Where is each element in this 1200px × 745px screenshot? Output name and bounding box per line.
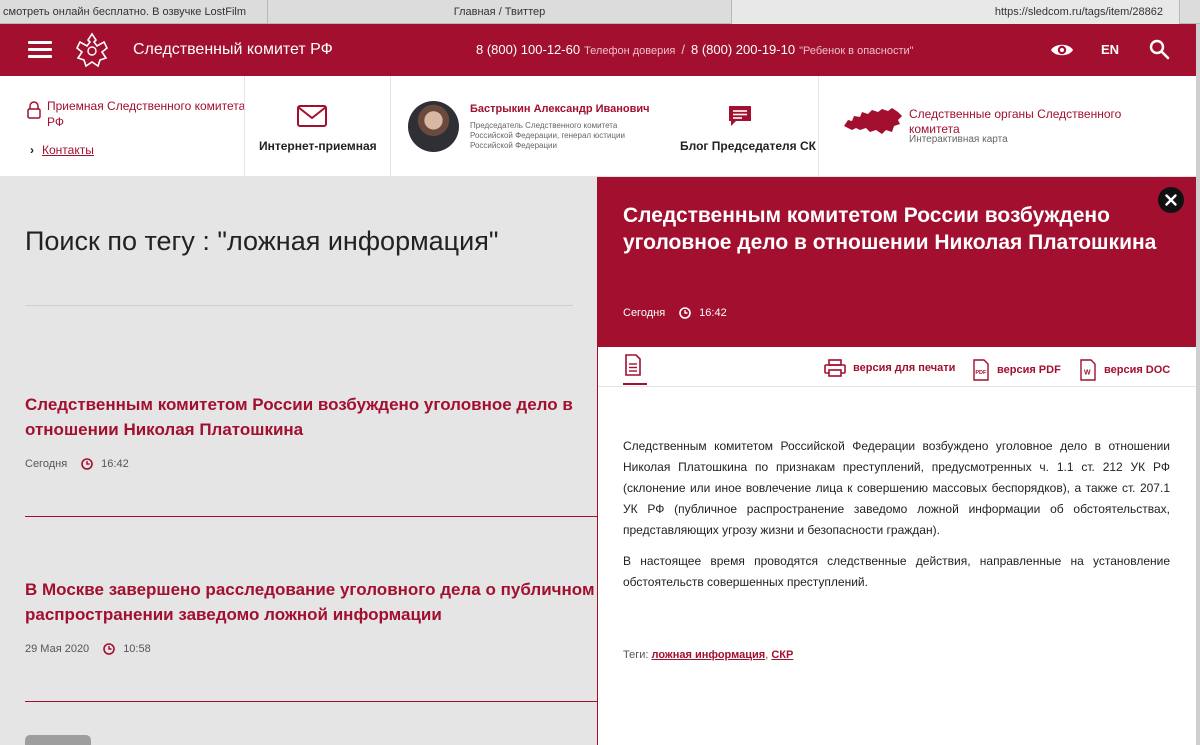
divider [390, 76, 391, 177]
pdf-file-icon: PDF [973, 359, 989, 381]
tags-label: Теги: [623, 649, 649, 661]
news-item-meta: 29 Мая 2020 10:58 [25, 643, 597, 655]
pdf-version-button[interactable]: PDF версия PDF [972, 359, 1061, 381]
doc-version-label: версия DOC [1104, 364, 1171, 376]
page-title: Поиск по тегу : "ложная информация" [25, 226, 499, 256]
phones-separator: / [681, 42, 685, 57]
article-paragraph: В настоящее время проводятся следственны… [623, 554, 1170, 589]
article-body: Следственным комитетом Российской Федера… [623, 436, 1170, 603]
divider [25, 516, 597, 517]
site-title[interactable]: Следственный комитет РФ [133, 41, 333, 59]
tab-document[interactable] [623, 353, 647, 385]
investigative-bodies-link[interactable]: Следственные органы Следственного комите… [909, 107, 1129, 137]
news-item-time: 10:58 [123, 643, 151, 655]
article-paragraph: Следственным комитетом Российской Федера… [623, 439, 1170, 537]
article-tags: Теги: ложная информация, СКР [623, 649, 793, 661]
clock-icon [103, 643, 115, 655]
tag-link[interactable]: ложная информация [652, 649, 766, 661]
divider [818, 76, 819, 177]
language-switch[interactable]: EN [1101, 42, 1119, 57]
divider [25, 305, 573, 306]
news-item-date: 29 Мая 2020 [25, 643, 90, 655]
article-date: Сегодня [623, 307, 666, 319]
word-file-icon: W [1080, 359, 1096, 381]
clock-icon [81, 458, 93, 470]
clock-icon [679, 307, 691, 319]
close-button[interactable] [1158, 187, 1184, 213]
browser-tab-twitter[interactable]: Главная / Твиттер [268, 0, 732, 24]
lock-icon [27, 101, 41, 119]
contacts-link[interactable]: › Контакты [30, 143, 94, 157]
divider [244, 76, 245, 177]
eye-icon[interactable] [1050, 40, 1074, 60]
print-version-button[interactable]: версия для печати [824, 359, 955, 377]
divider [25, 701, 597, 702]
hotline-phones: 8 (800) 100-12-60 Телефон доверия / 8 (800)… [476, 42, 914, 57]
article-time: 16:42 [699, 307, 727, 319]
chairman-blog-link[interactable]: Блог Председателя СК [680, 139, 816, 153]
load-more-pill[interactable] [25, 735, 91, 745]
menu-icon[interactable] [28, 41, 52, 59]
tags-separator: , [765, 649, 769, 661]
pdf-version-label: версия PDF [997, 364, 1061, 376]
doc-version-button[interactable]: W версия DOC [1079, 359, 1170, 381]
hotline-phone-child-note: "Ребенок в опасности" [799, 45, 914, 57]
hotline-phone-child[interactable]: 8 (800) 200-19-10 [691, 42, 795, 57]
search-results-panel: Поиск по тегу : "ложная информация" След… [0, 177, 597, 745]
russia-map-icon[interactable] [842, 106, 904, 136]
news-item-title[interactable]: В Москве завершено расследование уголовн… [25, 577, 597, 627]
article-meta: Сегодня 16:42 [623, 307, 727, 319]
news-item: Следственным комитетом России возбуждено… [25, 392, 597, 470]
internet-reception-link[interactable]: Интернет-приемная [259, 139, 377, 153]
chat-bubble-icon[interactable] [727, 104, 753, 128]
site-header: Следственный комитет РФ 8 (800) 100-12-6… [0, 24, 1196, 76]
browser-tab-lostfilm[interactable]: смотреть онлайн бесплатно. В озвучке Los… [0, 0, 268, 24]
print-version-label: версия для печати [853, 362, 956, 374]
news-item-meta: Сегодня 16:42 [25, 458, 597, 470]
printer-icon [824, 359, 846, 377]
chairman-role: Председатель Следственного комитета Росс… [470, 121, 625, 150]
interactive-map-label: Интерактивная карта [909, 134, 1008, 145]
chairman-name[interactable]: Бастрыкин Александр Иванович [470, 103, 650, 115]
mail-icon[interactable] [296, 104, 328, 128]
article-panel: Следственным комитетом России возбуждено… [597, 177, 1196, 745]
article-title: Следственным комитетом России возбуждено… [623, 204, 1157, 254]
hotline-phone-trust-note: Телефон доверия [584, 45, 676, 57]
article-toolbar: версия для печати PDF версия PDF W верси… [598, 347, 1196, 387]
emblem-icon[interactable] [74, 32, 110, 70]
article-header: Следственным комитетом России возбуждено… [598, 177, 1196, 347]
svg-text:W: W [1084, 370, 1091, 377]
info-bar: Приемная Следственного комитета РФ › Конт… [0, 76, 1196, 177]
browser-tab-strip: смотреть онлайн бесплатно. В озвучке Los… [0, 0, 1200, 24]
page-scrollbar[interactable] [1196, 24, 1200, 745]
news-item-time: 16:42 [101, 458, 129, 470]
search-icon[interactable] [1148, 38, 1170, 60]
close-icon [1165, 194, 1177, 206]
reception-link[interactable]: Приемная Следственного комитета РФ [47, 98, 257, 130]
contacts-label: Контакты [42, 143, 94, 157]
svg-text:PDF: PDF [975, 370, 987, 376]
news-item-title[interactable]: Следственным комитетом России возбуждено… [25, 392, 597, 442]
chevron-right-icon: › [30, 143, 34, 157]
chairman-avatar[interactable] [408, 101, 459, 152]
browser-tab-sledcom[interactable]: https://sledcom.ru/tags/item/28862 [732, 0, 1180, 24]
news-item-date: Сегодня [25, 458, 68, 470]
browser-tab-empty [1180, 0, 1200, 24]
hotline-phone-trust[interactable]: 8 (800) 100-12-60 [476, 42, 580, 57]
document-icon [625, 354, 641, 376]
news-item: В Москве завершено расследование уголовн… [25, 577, 597, 655]
tag-link[interactable]: СКР [771, 649, 793, 661]
